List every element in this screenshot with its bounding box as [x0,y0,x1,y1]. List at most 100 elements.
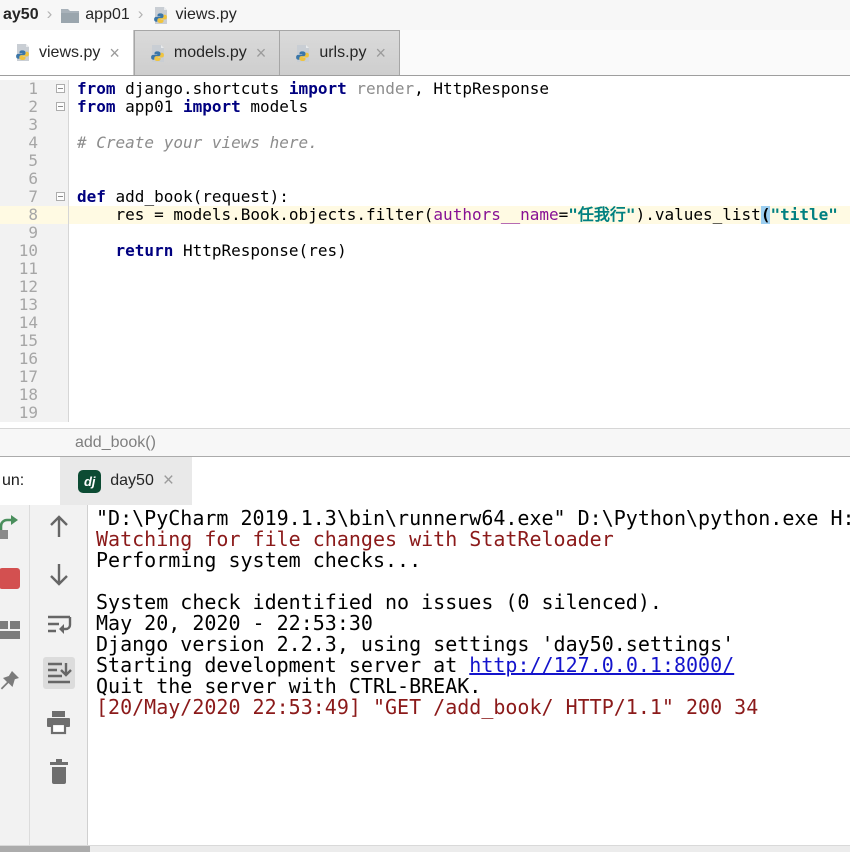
tab-close-icon[interactable]: × [375,44,386,62]
code-text[interactable] [69,368,850,386]
fold-icon[interactable] [56,102,65,111]
code-line[interactable]: 11 [0,260,850,278]
code-text[interactable] [69,260,850,278]
tab-modelspy[interactable]: models.py× [134,30,280,75]
code-line[interactable]: 18 [0,386,850,404]
python-icon [13,43,32,62]
console-line: Django version 2.2.3, using settings 'da… [96,634,850,655]
server-link[interactable]: http://127.0.0.1:8000/ [469,653,734,677]
code-token [77,242,116,260]
breadcrumb-item-ay50[interactable]: ay50 [3,6,39,24]
print-icon [45,709,72,736]
code-text[interactable] [69,152,850,170]
code-line[interactable]: 4# Create your views here. [0,134,850,152]
code-text[interactable] [69,296,850,314]
horizontal-scrollbar [0,845,850,852]
close-icon[interactable]: × [163,470,174,492]
print-button[interactable] [43,706,75,738]
line-number: 8 [0,206,69,224]
rerun-button[interactable] [0,513,25,541]
scrollbar-thumb[interactable] [0,846,90,852]
tab-urlspy[interactable]: urls.py× [280,30,400,75]
console-line: Starting development server at http://12… [96,655,850,676]
line-number: 3 [0,116,69,134]
code-line[interactable]: 2from app01 import models [0,98,850,116]
folder-icon [60,7,80,24]
pin-button[interactable] [0,666,25,694]
code-text[interactable] [69,116,850,134]
tab-close-icon[interactable]: × [256,44,267,62]
console-toolbar [30,505,88,845]
up-arrow-button[interactable] [43,510,75,542]
code-token: res = models.Book.objects.filter( [77,206,433,224]
stop-icon [0,567,21,590]
code-text[interactable] [69,404,850,422]
fold-icon[interactable] [56,84,65,93]
method-breadcrumb[interactable]: add_book() [75,434,156,451]
code-token: ( [761,206,771,224]
code-text[interactable] [69,170,850,188]
down-arrow-button[interactable] [43,559,75,591]
stop-button[interactable] [0,564,25,592]
code-text[interactable] [69,224,850,242]
fold-icon[interactable] [56,192,65,201]
code-line[interactable]: 1from django.shortcuts import render, Ht… [0,80,850,98]
run-tab-day50[interactable]: dj day50 × [60,457,192,505]
code-line[interactable]: 16 [0,350,850,368]
code-text[interactable] [69,386,850,404]
code-line[interactable]: 10 return HttpResponse(res) [0,242,850,260]
code-text[interactable]: def add_book(request): [69,188,850,206]
code-line[interactable]: 7def add_book(request): [0,188,850,206]
breadcrumb-label: views.py [175,6,236,24]
breadcrumb-label: app01 [85,6,130,24]
code-text[interactable]: res = models.Book.objects.filter(authors… [69,206,850,224]
code-line[interactable]: 15 [0,332,850,350]
code-text[interactable]: # Create your views here. [69,134,850,152]
console-text: [20/May/2020 22:53:49] "GET /add_book/ H… [96,695,758,719]
code-token: render [347,80,414,98]
code-line[interactable]: 12 [0,278,850,296]
code-text[interactable] [69,350,850,368]
code-line[interactable]: 5 [0,152,850,170]
code-line[interactable]: 9 [0,224,850,242]
code-line[interactable]: 13 [0,296,850,314]
breadcrumb-item-viewspy[interactable]: views.py [151,6,236,25]
code-line[interactable]: 8 res = models.Book.objects.filter(autho… [0,206,850,224]
tab-close-icon[interactable]: × [109,44,120,62]
code-token: authors__name [433,206,558,224]
code-token: "title" [770,206,837,224]
breadcrumb-item-app01[interactable]: app01 [60,6,130,24]
line-number: 4 [0,134,69,152]
code-token: add_book(request): [106,188,289,206]
code-line[interactable]: 3 [0,116,850,134]
line-number: 7 [0,188,69,206]
line-number: 18 [0,386,69,404]
code-editor[interactable]: 1from django.shortcuts import render, Ht… [0,76,850,428]
python-icon [293,44,312,63]
down-arrow-icon [46,561,72,589]
clear-button[interactable] [43,755,75,787]
code-text[interactable]: from app01 import models [69,98,850,116]
code-text[interactable] [69,332,850,350]
pin-icon [0,669,21,692]
code-text[interactable] [69,314,850,332]
python-icon [151,6,170,25]
restore-layout-button[interactable] [0,615,25,643]
scroll-to-end-button[interactable] [43,657,75,689]
line-number: 11 [0,260,69,278]
code-text[interactable]: return HttpResponse(res) [69,242,850,260]
code-text[interactable]: from django.shortcuts import render, Htt… [69,80,850,98]
code-token: django.shortcuts [116,80,289,98]
code-line[interactable]: 14 [0,314,850,332]
console-output[interactable]: "D:\PyCharm 2019.1.3\bin\runnerw64.exe" … [88,505,850,845]
line-number: 2 [0,98,69,116]
tab-label: views.py [39,44,100,62]
tab-viewspy[interactable]: views.py × [0,30,134,75]
soft-wrap-button[interactable] [43,608,75,640]
code-line[interactable]: 19 [0,404,850,422]
code-line[interactable]: 6 [0,170,850,188]
console-line [96,571,850,592]
code-line[interactable]: 17 [0,368,850,386]
code-text[interactable] [69,278,850,296]
console-area: "D:\PyCharm 2019.1.3\bin\runnerw64.exe" … [0,505,850,845]
